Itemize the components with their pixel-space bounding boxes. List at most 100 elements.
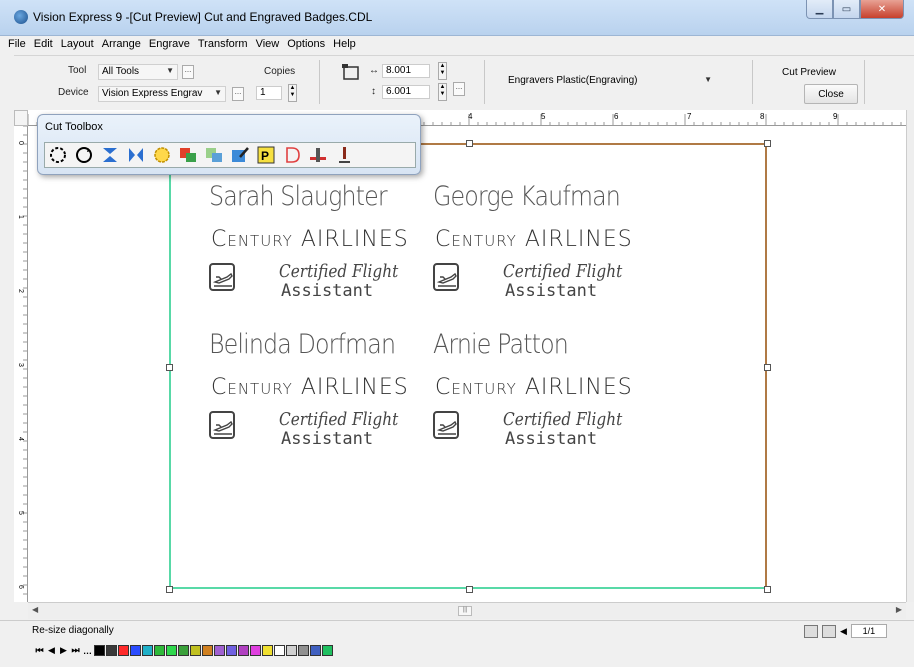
color-swatch[interactable] (106, 645, 117, 656)
ruler-origin[interactable] (14, 110, 28, 126)
color-swatch[interactable] (130, 645, 141, 656)
panel-tool-icon[interactable]: P (253, 143, 279, 167)
knife-split-tool-icon[interactable] (305, 143, 331, 167)
device-options-button[interactable]: … (232, 87, 244, 101)
cut-toolbox-panel[interactable]: Cut Toolbox P (37, 114, 421, 175)
size-lock-button[interactable]: … (453, 82, 465, 96)
color-swatch[interactable] (322, 645, 333, 656)
material-select[interactable]: Engravers Plastic(Engraving) ▼ (504, 73, 716, 89)
resize-handle[interactable] (466, 140, 473, 147)
window-title: Vision Express 9 -[Cut Preview] Cut and … (33, 10, 373, 24)
menu-help[interactable]: Help (329, 36, 360, 54)
weed-border-tool-icon[interactable] (149, 143, 175, 167)
overlap-red-tool-icon[interactable] (175, 143, 201, 167)
next-icon[interactable]: ▶ (58, 645, 69, 656)
drawing-canvas[interactable]: Sarah Slaughter Century AIRLINES Certifi… (28, 126, 906, 602)
color-swatch[interactable] (178, 645, 189, 656)
resize-handle[interactable] (764, 586, 771, 593)
resize-handle[interactable] (166, 586, 173, 593)
scroll-left-icon[interactable]: ◀ (32, 605, 38, 614)
device-select[interactable]: Vision Express Engrav ▼ (98, 86, 226, 102)
tool-select[interactable]: All Tools ▼ (98, 64, 178, 80)
ruler-number: 1 (17, 215, 24, 219)
color-swatch[interactable] (298, 645, 309, 656)
close-window-button[interactable]: ✕ (860, 0, 904, 19)
horizontal-scrollbar[interactable]: ◀ ||| ▶ (28, 602, 906, 619)
color-swatch[interactable] (214, 645, 225, 656)
prev-icon[interactable]: ◀ (46, 645, 57, 656)
color-swatch[interactable] (166, 645, 177, 656)
resize-handle[interactable] (166, 364, 173, 371)
height-input[interactable]: 6.001 (382, 85, 430, 99)
menu-view[interactable]: View (252, 36, 284, 54)
color-swatch[interactable] (118, 645, 129, 656)
badge[interactable]: Sarah Slaughter Century AIRLINES Certifi… (209, 181, 419, 311)
color-swatch[interactable] (202, 645, 213, 656)
menu-edit[interactable]: Edit (30, 36, 57, 54)
resize-handle[interactable] (764, 364, 771, 371)
height-spinner[interactable]: ▲ ▼ (438, 83, 447, 101)
color-swatch[interactable] (262, 645, 273, 656)
color-swatch[interactable] (250, 645, 261, 656)
color-swatch[interactable] (226, 645, 237, 656)
last-page-icon[interactable]: ⏭ (70, 645, 81, 656)
first-page-icon[interactable]: ⏮ (34, 645, 45, 656)
menu-transform[interactable]: Transform (194, 36, 252, 54)
mirror-vertical-tool-icon[interactable] (97, 143, 123, 167)
cut-knife-tool-icon[interactable] (331, 143, 357, 167)
color-swatch[interactable] (286, 645, 297, 656)
pen-edit-tool-icon[interactable] (227, 143, 253, 167)
badge[interactable]: Arnie Patton Century AIRLINES Certified … (433, 329, 643, 459)
chevron-down-icon: ▼ (166, 66, 174, 75)
color-swatch[interactable] (94, 645, 105, 656)
rotate-ccw-tool-icon[interactable] (45, 143, 71, 167)
color-swatch[interactable] (190, 645, 201, 656)
overlap-green-tool-icon[interactable] (201, 143, 227, 167)
resize-handle[interactable] (466, 586, 473, 593)
vertical-scrollbar[interactable] (906, 110, 914, 602)
more-icon[interactable]: … (82, 646, 93, 656)
copies-input[interactable]: 1 (256, 86, 282, 100)
page-indicator: 1/1 (850, 624, 887, 638)
badge-airline: Century AIRLINES (435, 375, 633, 400)
width-input[interactable]: 8.001 (382, 64, 430, 78)
ruler-number: 9 (833, 112, 838, 121)
ruler-number: 4 (17, 437, 24, 441)
d-shape-tool-icon[interactable] (279, 143, 305, 167)
badge[interactable]: Belinda Dorfman Century AIRLINES Certifi… (209, 329, 419, 459)
color-swatch[interactable] (142, 645, 153, 656)
cut-preview-button[interactable]: Cut Preview (760, 62, 858, 82)
rotate-cw-tool-icon[interactable] (71, 143, 97, 167)
color-swatch[interactable] (238, 645, 249, 656)
close-preview-button[interactable]: Close (804, 84, 858, 104)
maximize-button[interactable]: ▭ (833, 0, 860, 19)
color-swatch[interactable] (154, 645, 165, 656)
badge-sheet[interactable]: Sarah Slaughter Century AIRLINES Certifi… (166, 140, 771, 593)
menu-arrange[interactable]: Arrange (98, 36, 145, 54)
property-bar: Tool All Tools ▼ … Device Vision Express… (14, 55, 914, 108)
prev-page-icon[interactable]: ◀ (840, 626, 847, 637)
tool-options-button[interactable]: … (182, 65, 194, 79)
scroll-thumb[interactable]: ||| (458, 606, 472, 616)
app-logo-icon[interactable] (14, 10, 28, 24)
menu-file[interactable]: File (4, 36, 30, 54)
menu-engrave[interactable]: Engrave (145, 36, 194, 54)
badge-role: Assistant (281, 281, 374, 301)
mirror-horizontal-tool-icon[interactable] (123, 143, 149, 167)
scroll-right-icon[interactable]: ▶ (896, 605, 902, 614)
badge[interactable]: George Kaufman Century AIRLINES Certifie… (433, 181, 643, 311)
badge-role: Assistant (505, 429, 598, 449)
menu-bar: File Edit Layout Arrange Engrave Transfo… (0, 36, 914, 54)
menu-options[interactable]: Options (283, 36, 329, 54)
color-swatch[interactable] (274, 645, 285, 656)
page-add-icon[interactable] (822, 624, 836, 638)
device-label: Device (58, 87, 89, 98)
resize-handle[interactable] (764, 140, 771, 147)
minimize-button[interactable]: ▁ (806, 0, 833, 19)
color-swatch[interactable] (310, 645, 321, 656)
page-view-icon[interactable] (804, 624, 818, 638)
width-spinner[interactable]: ▲ ▼ (438, 62, 447, 80)
copies-spinner[interactable]: ▲ ▼ (288, 84, 297, 102)
menu-layout[interactable]: Layout (57, 36, 98, 54)
badge-name: George Kaufman (433, 181, 621, 212)
